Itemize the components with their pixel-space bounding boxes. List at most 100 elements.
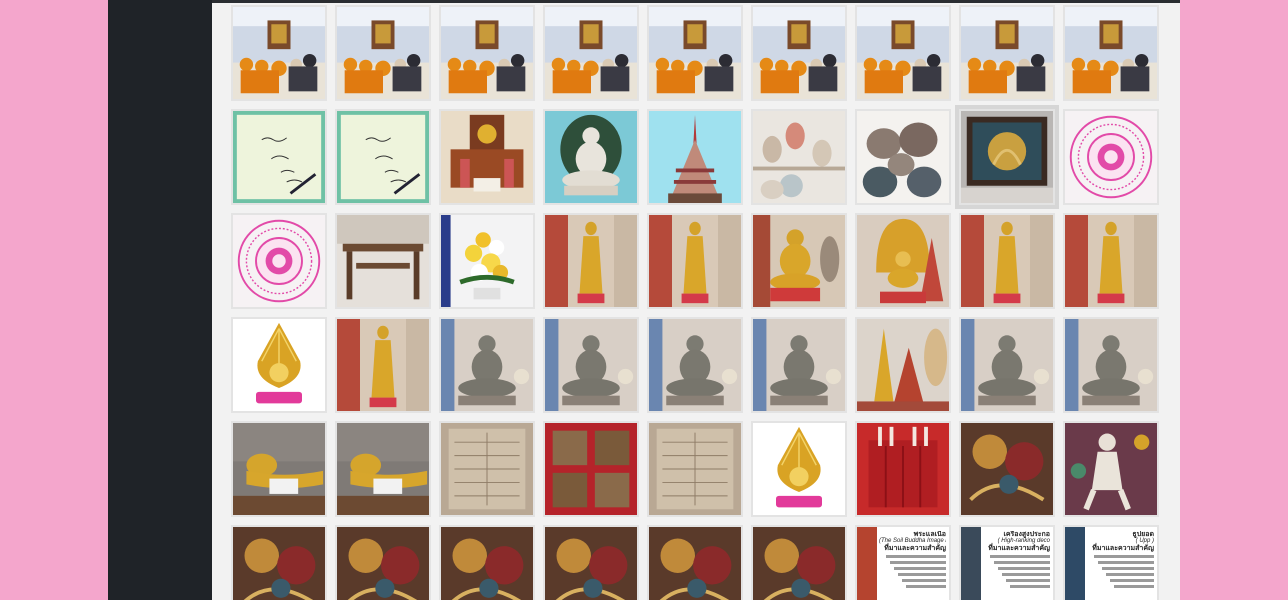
gallery-thumbnail[interactable]: [231, 421, 327, 517]
gallery-thumbnail[interactable]: [439, 421, 535, 517]
thumbnail-image: [961, 215, 1053, 307]
thumbnail-image: [649, 319, 741, 411]
gallery-thumbnail[interactable]: เครื่องสูงประกอ( High-ranking deco ที่มาแ…: [959, 525, 1055, 600]
gallery-thumbnail[interactable]: [1063, 5, 1159, 101]
thumbnail-image: [857, 111, 949, 203]
thumbnail-image: [1065, 215, 1157, 307]
gallery-thumbnail[interactable]: [751, 525, 847, 600]
poster-text-line: [1110, 579, 1154, 582]
thumbnail-image: [649, 111, 741, 203]
thumbnail-image: [961, 319, 1053, 411]
gallery-thumbnail[interactable]: [231, 213, 327, 309]
gallery-thumbnail[interactable]: [855, 317, 951, 413]
gallery-thumbnail[interactable]: [1063, 317, 1159, 413]
poster-subtitle: ( Upp ): [1135, 538, 1154, 544]
poster-text-line: [886, 555, 946, 558]
poster-title: พระแลเนื้อ: [913, 531, 946, 538]
gallery-thumbnail[interactable]: [647, 213, 743, 309]
gallery-thumbnail[interactable]: [959, 5, 1055, 101]
gallery-thumbnail[interactable]: [959, 421, 1055, 517]
gallery-thumbnail[interactable]: [439, 109, 535, 205]
gallery-thumbnail[interactable]: [231, 109, 327, 205]
poster-photo-strip: [961, 527, 981, 600]
thumbnail-image: เครื่องสูงประกอ( High-ranking deco ที่มาแ…: [961, 527, 1053, 600]
thumbnail-image: [233, 7, 325, 99]
thumbnail-image: [857, 215, 949, 307]
gallery-thumbnail[interactable]: [231, 5, 327, 101]
gallery-thumbnail[interactable]: [647, 317, 743, 413]
gallery-thumbnail[interactable]: [959, 317, 1055, 413]
poster-title: เครื่องสูงประกอ: [1003, 531, 1050, 538]
thumbnail-image: [441, 215, 533, 307]
gallery-thumbnail[interactable]: [647, 525, 743, 600]
poster-photo-strip: [1065, 527, 1085, 600]
poster-text-line: [890, 561, 946, 564]
thumbnail-image: [649, 215, 741, 307]
thumbnail-image: [649, 7, 741, 99]
gallery-thumbnail[interactable]: [1063, 109, 1159, 205]
gallery-thumbnail[interactable]: [1063, 421, 1159, 517]
poster-text-line: [994, 561, 1050, 564]
gallery-thumbnail[interactable]: [855, 421, 951, 517]
gallery-thumbnail[interactable]: [751, 421, 847, 517]
gallery-thumbnail[interactable]: [335, 5, 431, 101]
gallery-thumbnail[interactable]: [543, 109, 639, 205]
gallery-thumbnail[interactable]: [543, 5, 639, 101]
gallery-thumbnail[interactable]: [335, 525, 431, 600]
gallery-thumbnail[interactable]: [751, 317, 847, 413]
thumbnail-image: [753, 423, 845, 515]
thumbnail-image: [545, 7, 637, 99]
thumbnail-image: [337, 423, 429, 515]
gallery-thumbnail[interactable]: [855, 213, 951, 309]
gallery-thumbnail[interactable]: [751, 109, 847, 205]
gallery-thumbnail[interactable]: [855, 5, 951, 101]
gallery-thumbnail[interactable]: [543, 525, 639, 600]
gallery-thumbnail[interactable]: [647, 5, 743, 101]
app-window: พระแลเนื้อ (The Soil Buddha Image i ที่มาแ…: [108, 0, 1180, 600]
gallery-thumbnail[interactable]: [231, 525, 327, 600]
gallery-thumbnail[interactable]: พระแลเนื้อ (The Soil Buddha Image i ที่มาแ…: [855, 525, 951, 600]
thumbnail-image: [753, 527, 845, 600]
thumbnail-image: [545, 319, 637, 411]
gallery-thumbnail[interactable]: [543, 317, 639, 413]
thumbnail-grid: พระแลเนื้อ (The Soil Buddha Image i ที่มาแ…: [231, 5, 1165, 600]
gallery-thumbnail[interactable]: [543, 213, 639, 309]
thumbnail-image: [545, 527, 637, 600]
gallery-thumbnail[interactable]: [647, 421, 743, 517]
thumbnail-image: [233, 527, 325, 600]
gallery-thumbnail[interactable]: [335, 421, 431, 517]
gallery-thumbnail[interactable]: [751, 5, 847, 101]
gallery-thumbnail[interactable]: [231, 317, 327, 413]
thumbnail-image: [441, 423, 533, 515]
thumbnail-image: ธูปยอด( Upp ) ที่มาและความสำคัญ: [1065, 527, 1157, 600]
gallery-thumbnail[interactable]: [439, 317, 535, 413]
gallery-thumbnail[interactable]: [439, 5, 535, 101]
gallery-thumbnail[interactable]: [647, 109, 743, 205]
thumbnail-image: [649, 423, 741, 515]
gallery-thumbnail[interactable]: [751, 213, 847, 309]
thumbnail-image: [233, 215, 325, 307]
gallery-thumbnail[interactable]: [855, 109, 951, 205]
thumbnail-image: [1065, 7, 1157, 99]
thumbnail-image: [753, 215, 845, 307]
gallery-thumbnail[interactable]: [959, 213, 1055, 309]
thumbnail-image: [961, 111, 1053, 203]
image-gallery: พระแลเนื้อ (The Soil Buddha Image i ที่มาแ…: [212, 0, 1180, 600]
poster-text: ธูปยอด( Upp ) ที่มาและความสำคัญ: [1087, 531, 1154, 588]
gallery-thumbnail[interactable]: [335, 213, 431, 309]
gallery-thumbnail[interactable]: [439, 525, 535, 600]
poster-title: ธูปยอด: [1132, 531, 1154, 538]
gallery-thumbnail[interactable]: [955, 105, 1059, 209]
thumbnail-image: [857, 7, 949, 99]
gallery-thumbnail[interactable]: ธูปยอด( Upp ) ที่มาและความสำคัญ: [1063, 525, 1159, 600]
thumbnail-image: [545, 111, 637, 203]
gallery-thumbnail[interactable]: [335, 109, 431, 205]
thumbnail-image: [961, 7, 1053, 99]
gallery-thumbnail[interactable]: [335, 317, 431, 413]
thumbnail-image: [337, 319, 429, 411]
thumbnail-image: [1065, 423, 1157, 515]
gallery-thumbnail[interactable]: [439, 213, 535, 309]
gallery-thumbnail[interactable]: [543, 421, 639, 517]
poster-text-line: [1098, 561, 1154, 564]
gallery-thumbnail[interactable]: [1063, 213, 1159, 309]
